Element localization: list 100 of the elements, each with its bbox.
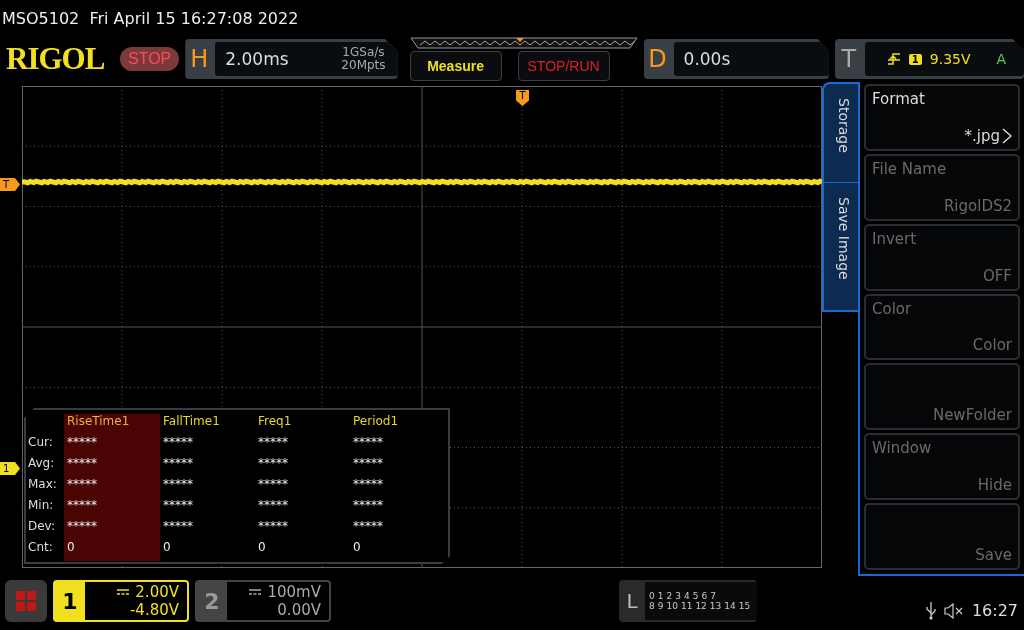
digital-channel: 15 xyxy=(738,601,751,611)
digital-channel: 12 xyxy=(695,601,707,611)
row-label: Min: xyxy=(27,498,55,514)
stop-run-button[interactable]: STOP/RUN xyxy=(517,51,610,81)
table-cell-text: ***** xyxy=(162,435,194,451)
digital-channel: 1 xyxy=(657,591,664,601)
menu-tab[interactable]: Storage xyxy=(824,84,858,182)
table-cell: ***** xyxy=(64,456,160,477)
trigger-mode: A xyxy=(996,51,1007,67)
table-cell-text: 0 xyxy=(257,540,267,556)
column-header[interactable]: Freq1 xyxy=(255,414,350,435)
row-label: Cur: xyxy=(27,435,54,451)
table-cell-text: ***** xyxy=(162,456,194,472)
row-label: Avg: xyxy=(27,456,56,472)
dc-coupling-icon xyxy=(117,589,130,595)
column-header[interactable]: RiseTime1 xyxy=(64,414,160,435)
table-cell-text: ***** xyxy=(162,519,194,535)
table-cell-text: ***** xyxy=(257,519,289,535)
delay-label: D xyxy=(647,45,668,73)
channel-offset: -4.80V xyxy=(129,601,179,619)
row-label: Dev: xyxy=(27,519,57,535)
channel-number: 1 xyxy=(55,582,85,620)
logo: RIGOL xyxy=(6,41,106,77)
horizontal-panel[interactable]: H 2.00ms 1GSa/s 20Mpts xyxy=(185,39,398,79)
horizontal-label: H xyxy=(189,45,210,73)
table-cell-text: ***** xyxy=(257,498,289,514)
column-header[interactable]: FallTime1 xyxy=(160,414,255,435)
rising-edge-icon xyxy=(886,52,901,66)
table-cell: ***** xyxy=(64,519,160,540)
trigger-source: 1 xyxy=(908,53,922,65)
menu-item[interactable]: Format *.jpg xyxy=(864,84,1020,151)
timebase-value: 2.00ms xyxy=(225,49,289,69)
digital-channel: 2 xyxy=(666,591,673,601)
item-value: Save xyxy=(975,546,1012,564)
table-cell: ***** xyxy=(64,477,160,498)
table-cell-text: 0 xyxy=(352,540,362,556)
clock-time: 16:27 xyxy=(971,601,1018,620)
logic-label: L xyxy=(625,589,639,613)
memory-depth: 20Mpts xyxy=(341,59,386,72)
table-cell: ***** xyxy=(64,435,160,456)
home-button[interactable] xyxy=(5,580,47,622)
table-cell: ***** xyxy=(64,498,160,519)
table-cell-text: ***** xyxy=(257,456,289,472)
item-value: *.jpg xyxy=(964,126,1000,145)
item-label: File Name xyxy=(872,159,948,178)
digital-channel: 4 xyxy=(683,591,690,601)
channel-scale: 100mV xyxy=(267,583,321,601)
table-cell-text: ***** xyxy=(352,477,384,493)
trigger-panel[interactable]: T 1 9.35V A xyxy=(834,39,1024,79)
table-cell-text: ***** xyxy=(257,477,289,493)
logic-panel[interactable]: L 0 1 2 3 4 5 6 7 8 9 10 11 12 13 14 15 xyxy=(619,580,757,622)
delay-panel[interactable]: D 0.00s xyxy=(643,39,829,79)
memory-position-icon xyxy=(409,37,638,49)
digital-channel: 6 xyxy=(701,591,708,601)
channel-marker[interactable]: 1 xyxy=(0,462,20,475)
device-title: MSO5102 Fri April 15 16:27:08 2022 xyxy=(2,8,299,28)
digital-channel: 8 xyxy=(649,601,655,611)
table-cell-text: ***** xyxy=(162,498,194,514)
digital-channel: 14 xyxy=(724,601,736,611)
digital-channel: 11 xyxy=(680,601,693,611)
trigger-label: T xyxy=(840,45,858,73)
channel-panel[interactable]: 2 100mV 0.00V xyxy=(195,580,331,622)
item-value: RigolDS2 xyxy=(943,196,1012,215)
item-value: Color xyxy=(972,336,1012,355)
item-label: Format xyxy=(872,90,926,108)
channel-scale: 2.00V xyxy=(135,583,179,601)
channel-offset: 0.00V xyxy=(277,601,321,619)
item-value: Hide xyxy=(977,476,1012,495)
measure-button[interactable]: Measure xyxy=(409,51,502,81)
digital-channel: 3 xyxy=(675,591,681,601)
digital-channel: 13 xyxy=(709,601,722,611)
digital-channel: 9 xyxy=(657,601,664,611)
muted-speaker-icon xyxy=(943,602,964,619)
table-cell-text: ***** xyxy=(352,435,384,451)
row-label: Max: xyxy=(27,477,58,493)
item-label: Window xyxy=(872,439,933,458)
trigger-level-marker[interactable]: T xyxy=(0,178,20,191)
usb-icon xyxy=(925,601,936,620)
item-label: Invert xyxy=(872,229,918,248)
table-cell: 0 xyxy=(64,540,160,561)
trigger-level: 9.35V xyxy=(929,51,971,67)
column-header[interactable]: Period1 xyxy=(350,414,446,435)
run-status: STOP xyxy=(120,47,180,71)
row-label: Cnt: xyxy=(27,540,54,556)
trigger-position-marker[interactable]: T xyxy=(516,90,529,106)
item-label: Color xyxy=(872,299,913,318)
channel-panel[interactable]: 1 2.00V -4.80V xyxy=(53,580,189,622)
digital-channel: 5 xyxy=(692,591,699,601)
digital-channel: 10 xyxy=(666,601,678,611)
item-value: NewFolder xyxy=(932,406,1012,425)
table-cell-text: ***** xyxy=(257,435,289,451)
delay-value: 0.00s xyxy=(683,49,731,69)
menu-tab[interactable]: Save Image xyxy=(824,182,858,294)
chevron-icon xyxy=(1002,127,1012,144)
table-cell-text: ***** xyxy=(352,519,384,535)
channel-number: 2 xyxy=(197,582,227,620)
grid-icon xyxy=(15,590,37,612)
digital-channel: 0 xyxy=(649,591,655,601)
sample-rate: 1GSa/s xyxy=(342,46,385,59)
digital-channel: 7 xyxy=(710,591,716,601)
